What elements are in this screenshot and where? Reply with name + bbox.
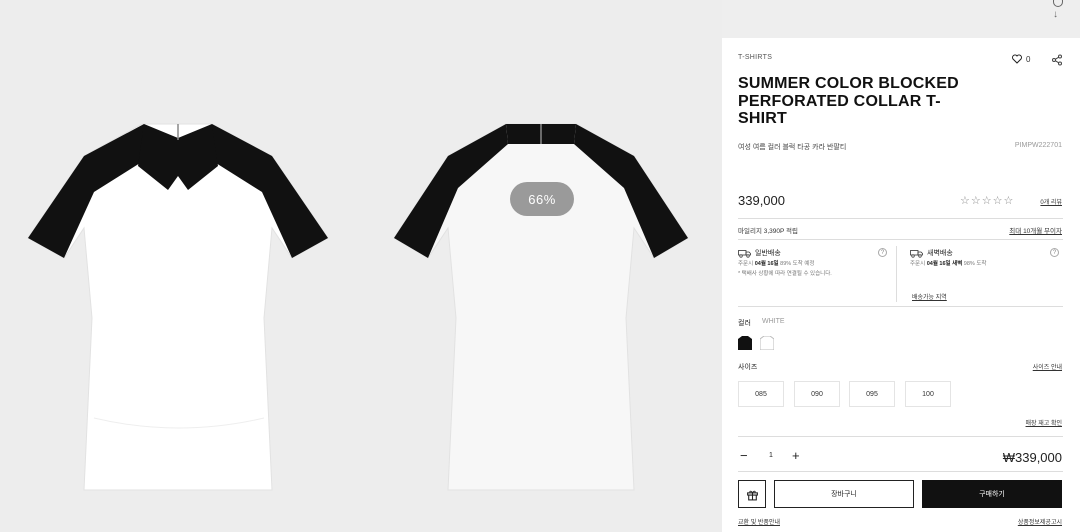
standard-shipping-title: 일반배송: [755, 250, 781, 257]
product-info-notice-link[interactable]: 상품정보제공고시: [1018, 517, 1062, 526]
gift-icon: [746, 490, 758, 500]
standard-shipping-info: 일반배송 ? 주문시 04월 16일 89% 도착 예정 * 택배사 상황에 따…: [738, 248, 893, 303]
buy-now-button[interactable]: 구매하기: [922, 480, 1062, 508]
review-count-link[interactable]: 0개 리뷰: [1040, 197, 1062, 206]
size-option-095[interactable]: 095: [849, 381, 895, 407]
product-subtitle: 여성 여름 컬러 블럭 타공 카라 반팔티: [738, 144, 847, 151]
installment-link[interactable]: 최대 10개월 무이자: [1009, 225, 1062, 235]
delivery-area-link[interactable]: 배송가능 지역: [912, 292, 947, 301]
quantity-value[interactable]: 1: [769, 452, 773, 459]
size-option-100[interactable]: 100: [905, 381, 951, 407]
like-button[interactable]: 0: [1011, 53, 1030, 65]
color-label: 컬러: [738, 320, 751, 327]
store-stock-check-link[interactable]: 매장 재고 확인: [1026, 418, 1062, 427]
selected-color-value: WHITE: [762, 318, 785, 325]
size-label: 사이즈: [738, 364, 758, 371]
product-image-front[interactable]: [22, 118, 334, 498]
gift-button[interactable]: [738, 480, 766, 508]
heart-icon: [1012, 54, 1022, 64]
divider: [738, 306, 1063, 307]
add-to-cart-button[interactable]: 장바구니: [774, 480, 914, 508]
color-swatch-black[interactable]: [738, 336, 752, 350]
divider: [738, 239, 1063, 240]
size-option-090[interactable]: 090: [794, 381, 840, 407]
zoom-level-badge: 66%: [510, 182, 574, 216]
product-price: 339,000: [738, 193, 785, 208]
scroll-down-control[interactable]: ↓: [1048, 0, 1070, 24]
arrow-down-icon: ↓: [1053, 9, 1058, 20]
scroll-thumb-icon: [1053, 0, 1063, 7]
product-category[interactable]: T-SHIRTS: [738, 54, 772, 61]
exchange-return-info-link[interactable]: 교환 및 반품안내: [738, 517, 780, 526]
divider: [738, 436, 1063, 437]
truck-icon: [910, 249, 923, 258]
standard-shipping-note: * 택배사 상황에 따라 연결될 수 있습니다.: [738, 271, 832, 277]
help-icon[interactable]: ?: [878, 248, 887, 257]
product-code: PIMPW222701: [1014, 142, 1062, 149]
mileage-text: 마일리지 3,390P 적립: [738, 228, 798, 235]
dawn-shipping-eta: 주문시 04월 16일 새벽 98% 도착: [910, 261, 987, 267]
standard-shipping-eta: 주문시 04월 16일 89% 도착 예정: [738, 261, 815, 267]
quantity-decrease-button[interactable]: −: [740, 449, 748, 462]
truck-icon: [738, 249, 751, 258]
help-icon[interactable]: ?: [1050, 248, 1059, 257]
color-swatch-white[interactable]: [760, 336, 774, 350]
rating-stars: ☆☆☆☆☆: [960, 195, 1015, 207]
quantity-increase-button[interactable]: +: [792, 449, 800, 462]
divider: [738, 471, 1063, 472]
product-detail-panel: T-SHIRTS 0 SUMMER COLOR BLOCKED PERFORAT…: [722, 38, 1080, 532]
dawn-shipping-title: 새벽배송: [927, 250, 953, 257]
divider: [738, 218, 1063, 219]
size-guide-link[interactable]: 사이즈 안내: [1033, 362, 1062, 371]
like-count: 0: [1026, 54, 1031, 64]
product-gallery: 66%: [0, 0, 722, 532]
total-price: ₩339,000: [1002, 450, 1062, 465]
size-option-085[interactable]: 085: [738, 381, 784, 407]
share-icon[interactable]: [1051, 54, 1063, 66]
product-title: SUMMER COLOR BLOCKED PERFORATED COLLAR T…: [738, 75, 959, 127]
divider: [896, 246, 897, 302]
product-image-back[interactable]: [388, 118, 694, 498]
